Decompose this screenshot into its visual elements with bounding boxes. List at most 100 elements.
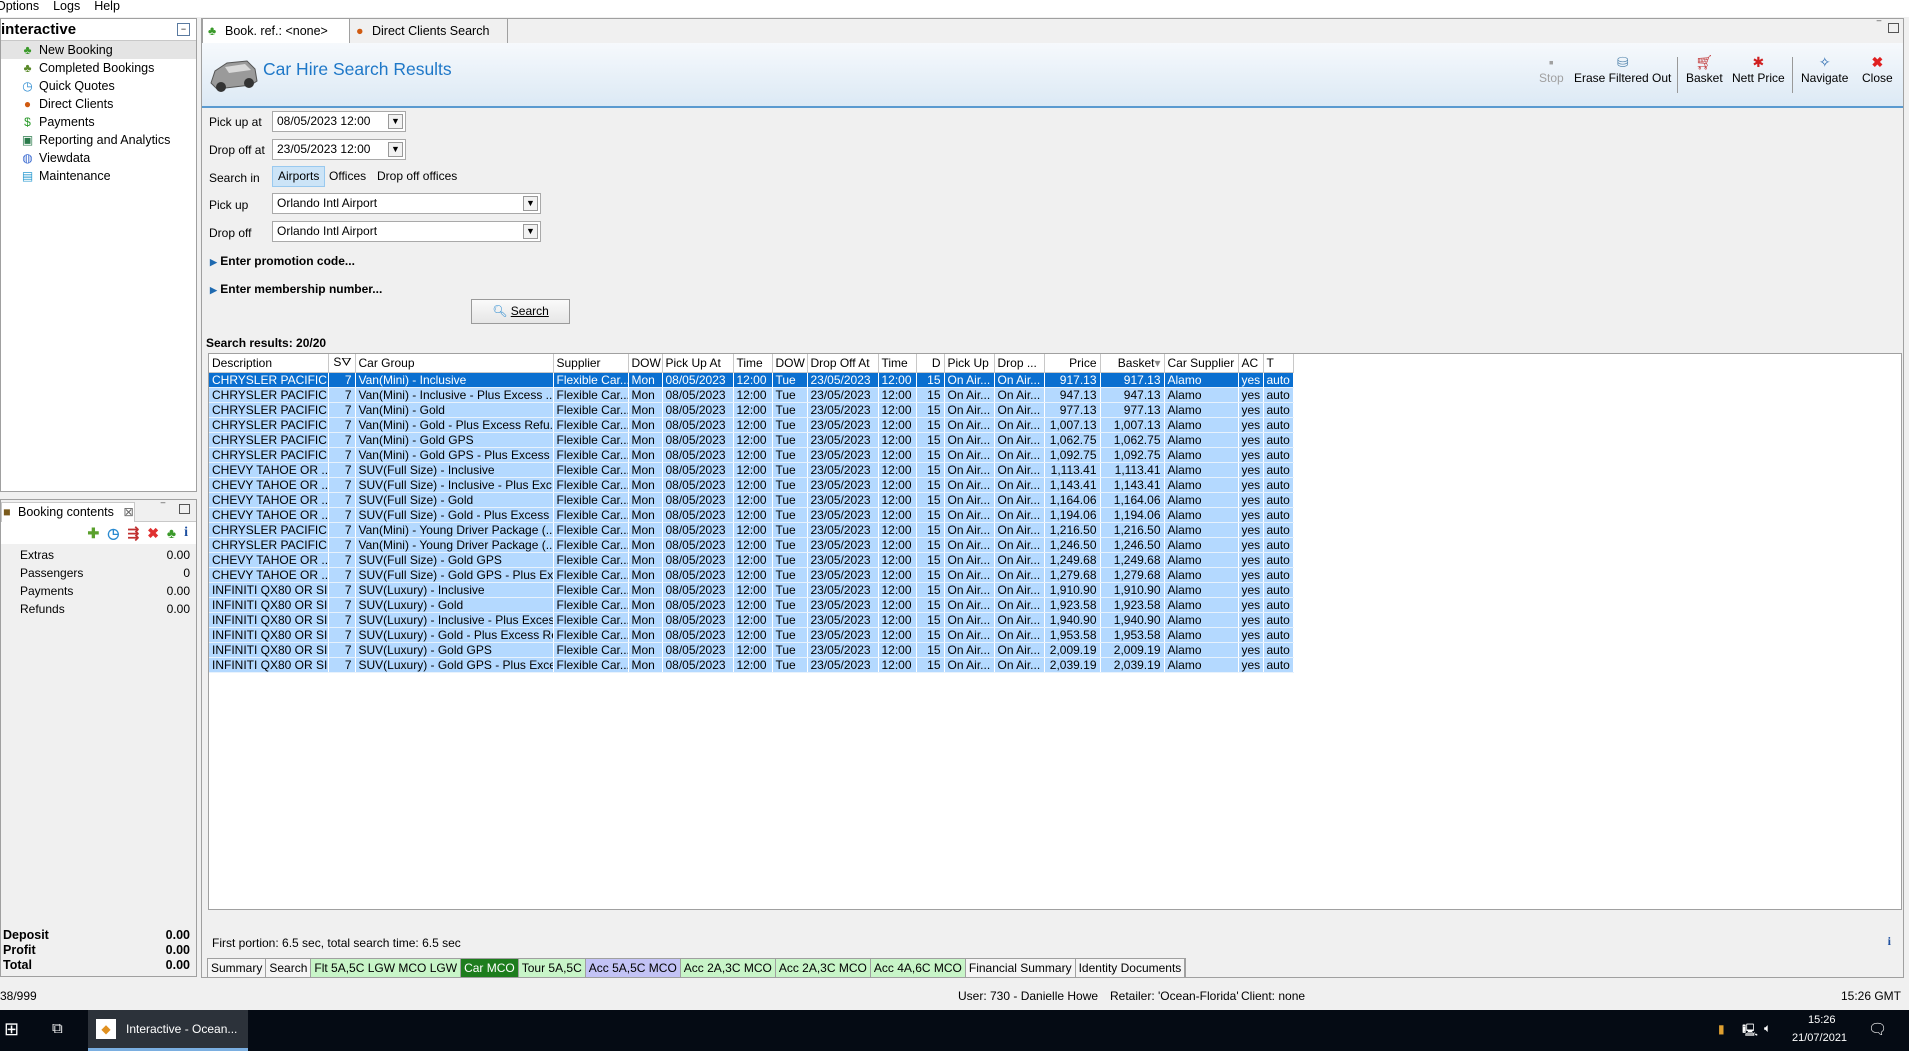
sidebar-item-new-booking[interactable]: ♣ New Booking xyxy=(1,41,196,59)
sidebar-item-completed-bookings[interactable]: ♣ Completed Bookings xyxy=(1,59,196,77)
table-row[interactable]: CHRYSLER PACIFIC... 7 Van(Mini) - Gold GPS… xyxy=(209,447,1294,463)
add-icon[interactable]: ✚ xyxy=(88,522,100,544)
bottom-tab-financial-summary[interactable]: Financial Summary xyxy=(965,959,1076,977)
windows-start-icon[interactable]: ⊞ xyxy=(4,1019,19,1040)
sidebar-item-maintenance[interactable]: ▤ Maintenance xyxy=(1,167,196,185)
search-in-drop-off-offices[interactable]: Drop off offices xyxy=(377,166,457,187)
column-header-drop-off-at[interactable]: Drop Off At xyxy=(807,354,879,373)
info-icon[interactable]: i xyxy=(184,522,188,544)
clock-date[interactable]: 21/07/2021 xyxy=(1792,1032,1847,1044)
column-header-pick-up[interactable]: Pick Up xyxy=(944,354,995,373)
bottom-tab-tour-5a-5c[interactable]: Tour 5A,5C xyxy=(518,959,586,977)
bottom-tab-car-mco[interactable]: Car MCO xyxy=(461,959,519,977)
column-header-time[interactable]: Time xyxy=(878,354,917,373)
table-row[interactable]: CHEVY TAHOE OR ... 7 SUV(Full Size) - Gold… xyxy=(209,507,1294,523)
column-header-time[interactable]: Time xyxy=(733,354,773,373)
chevron-down-icon[interactable]: ▼ xyxy=(523,224,538,239)
network-icon[interactable]: 🖳︎ xyxy=(1742,1021,1758,1042)
column-header-d[interactable]: D xyxy=(916,354,945,373)
delete-icon[interactable]: ✖ xyxy=(147,522,159,544)
table-row[interactable]: CHRYSLER PACIFIC... 7 Van(Mini) - Gold GPS… xyxy=(209,432,1294,448)
column-header-car-supplier[interactable]: Car Supplier xyxy=(1164,354,1239,373)
bottom-tab-acc-5a-5c-mco[interactable]: Acc 5A,5C MCO xyxy=(585,959,681,977)
table-row[interactable]: CHRYSLER PACIFIC... 7 Van(Mini) - Gold Flex… xyxy=(209,402,1294,418)
bottom-tab-search[interactable]: Search xyxy=(266,959,312,977)
sort-desc-icon[interactable]: ▾ xyxy=(1154,356,1160,370)
membership-number-expander[interactable]: ▶ Enter membership number... xyxy=(210,282,382,296)
volume-muted-icon[interactable]: 🔈︎ xyxy=(1764,1021,1771,1036)
table-row[interactable]: CHEVY TAHOE OR ... 7 SUV(Full Size) - Incl… xyxy=(209,462,1294,478)
palm-tree-icon[interactable]: ♣ xyxy=(167,522,176,544)
filter-icon[interactable]: ⛛ xyxy=(341,355,351,369)
close-tab-icon[interactable]: ⊠ xyxy=(123,505,133,519)
pickup-location-select[interactable]: Orlando Intl Airport ▼ xyxy=(272,193,541,214)
column-header-supplier[interactable]: Supplier xyxy=(553,354,629,373)
dropoff-location-select[interactable]: Orlando Intl Airport ▼ xyxy=(272,221,541,242)
table-row[interactable]: INFINITI QX80 OR SI... 7 SUV(Luxury) - Gol… xyxy=(209,642,1294,658)
stop-button[interactable]: ▪ Stop xyxy=(1539,53,1564,85)
column-header-dow[interactable]: DOW xyxy=(772,354,808,373)
bottom-tab-acc-4a-6c-mco[interactable]: Acc 4A,6C MCO xyxy=(870,959,966,977)
table-row[interactable]: CHEVY TAHOE OR ... 7 SUV(Full Size) - Incl… xyxy=(209,477,1294,493)
basket-button[interactable]: 🛒︎ Basket xyxy=(1686,53,1723,85)
bottom-tab-acc-2a-3c-mco[interactable]: Acc 2A,3C MCO xyxy=(775,959,871,977)
maximize-icon[interactable] xyxy=(179,504,190,514)
pickup-datetime-field[interactable]: 08/05/2023 12:00 ▼ xyxy=(272,111,406,132)
column-header-price[interactable]: Price xyxy=(1044,354,1101,373)
sidebar-item-payments[interactable]: $ Payments xyxy=(1,113,196,131)
clock-refresh-icon[interactable]: ◷ xyxy=(107,522,119,544)
table-row[interactable]: INFINITI QX80 OR SI... 7 SUV(Luxury) - Inc… xyxy=(209,582,1294,598)
task-view-icon[interactable]: ⧉ xyxy=(52,1020,63,1037)
column-header-pick-up-at[interactable]: Pick Up At xyxy=(662,354,734,373)
menu-options[interactable]: Options xyxy=(0,0,39,17)
sidebar-item-quick-quotes[interactable]: ◷ Quick Quotes xyxy=(1,77,196,95)
menu-help[interactable]: Help xyxy=(94,0,120,17)
tab-direct-clients-search[interactable]: ● Direct Clients Search xyxy=(350,19,508,43)
maximize-icon[interactable] xyxy=(1888,23,1899,33)
column-header-basket[interactable]: Basket▾ xyxy=(1100,354,1165,373)
sidebar-item-direct-clients[interactable]: ● Direct Clients xyxy=(1,95,196,113)
table-row[interactable]: INFINITI QX80 OR SI... 7 SUV(Luxury) - Gol… xyxy=(209,657,1294,673)
bottom-tab-acc-2a-3c-mco[interactable]: Acc 2A,3C MCO xyxy=(680,959,776,977)
minimize-icon[interactable]: − xyxy=(177,23,190,36)
tab-booking-contents[interactable]: ■ Booking contents ⊠ xyxy=(1,502,135,522)
bottom-tab-summary[interactable]: Summary xyxy=(208,959,267,977)
bottom-tab-identity-documents[interactable]: Identity Documents xyxy=(1075,959,1186,977)
navigate-button[interactable]: ✧ Navigate xyxy=(1801,53,1848,85)
promotion-code-expander[interactable]: ▶ Enter promotion code... xyxy=(210,254,355,268)
sidebar-item-reporting-and-analytics[interactable]: ▣ Reporting and Analytics xyxy=(1,131,196,149)
basket-arrow-icon[interactable]: ⇶ xyxy=(127,522,139,544)
chevron-down-icon[interactable]: ▼ xyxy=(388,142,403,157)
table-row[interactable]: CHRYSLER PACIFIC... 7 Van(Mini) - Young Dr… xyxy=(209,537,1294,553)
table-row[interactable]: CHEVY TAHOE OR ... 7 SUV(Full Size) - Gold… xyxy=(209,567,1294,583)
nett-price-button[interactable]: ✱ Nett Price xyxy=(1732,53,1785,85)
column-header-dow[interactable]: DOW xyxy=(628,354,663,373)
chevron-down-icon[interactable]: ▼ xyxy=(523,196,538,211)
minimize-icon[interactable]: ‾ xyxy=(161,501,165,515)
table-row[interactable]: CHRYSLER PACIFIC... 7 Van(Mini) - Young Dr… xyxy=(209,522,1294,538)
table-row[interactable]: INFINITI QX80 OR SI... 7 SUV(Luxury) - Gol… xyxy=(209,597,1294,613)
column-header-description[interactable]: Description xyxy=(209,354,329,373)
column-header-drop[interactable]: Drop ... xyxy=(994,354,1045,373)
column-header-t[interactable]: T xyxy=(1263,354,1294,373)
erase-filtered-out-button[interactable]: ⛁ Erase Filtered Out xyxy=(1574,53,1671,85)
table-row[interactable]: CHRYSLER PACIFIC... 7 Van(Mini) - Inclusiv… xyxy=(209,387,1294,403)
table-row[interactable]: INFINITI QX80 OR SI... 7 SUV(Luxury) - Inc… xyxy=(209,612,1294,628)
table-row[interactable]: CHEVY TAHOE OR ... 7 SUV(Full Size) - Gold… xyxy=(209,492,1294,508)
sidebar-item-viewdata[interactable]: ◍ Viewdata xyxy=(1,149,196,167)
search-in-offices[interactable]: Offices xyxy=(329,166,366,187)
chevron-down-icon[interactable]: ▼ xyxy=(388,114,403,129)
column-header-s[interactable]: S⛛ xyxy=(328,354,356,373)
menu-logs[interactable]: Logs xyxy=(53,0,80,17)
column-header-car-group[interactable]: Car Group xyxy=(355,354,554,373)
table-row[interactable]: INFINITI QX80 OR SI... 7 SUV(Luxury) - Gol… xyxy=(209,627,1294,643)
bottom-tab-flt-5a-5c-lgw-mco-lgw[interactable]: Flt 5A,5C LGW MCO LGW xyxy=(311,959,462,977)
minimize-icon[interactable]: ‾ xyxy=(1877,19,1881,33)
tab-booking-ref[interactable]: ♣ Book. ref.: <none> ⊠ xyxy=(202,19,350,62)
close-button[interactable]: ✖ Close xyxy=(1862,53,1893,85)
search-button[interactable]: 🔍︎ Search xyxy=(471,299,570,324)
dropoff-datetime-field[interactable]: 23/05/2023 12:00 ▼ xyxy=(272,139,406,160)
clock-time[interactable]: 15:26 xyxy=(1808,1014,1836,1026)
table-row[interactable]: CHRYSLER PACIFIC... 7 Van(Mini) - Inclusiv… xyxy=(209,372,1294,388)
info-icon[interactable]: i xyxy=(1888,934,1891,949)
